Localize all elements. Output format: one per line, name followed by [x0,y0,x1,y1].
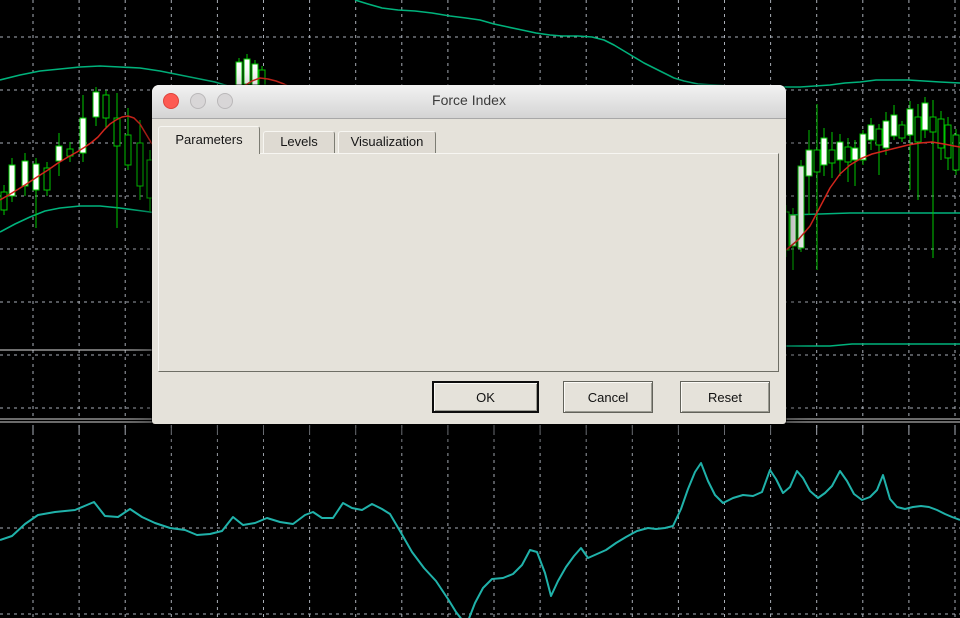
metatrader-window: Force Index Parameters Levels Visualizat… [0,0,960,618]
tab-levels[interactable]: Levels [263,131,335,153]
dialog-title: Force Index [152,92,786,108]
cancel-button[interactable]: Cancel [563,381,653,413]
force-index-dialog: Force Index Parameters Levels Visualizat… [152,85,786,424]
tab-visualization[interactable]: Visualization [338,131,436,153]
tab-parameters[interactable]: Parameters [158,126,260,154]
dialog-titlebar[interactable]: Force Index [152,85,786,119]
ok-button[interactable]: OK [432,381,539,413]
parameters-page [158,153,779,372]
reset-button[interactable]: Reset [680,381,770,413]
